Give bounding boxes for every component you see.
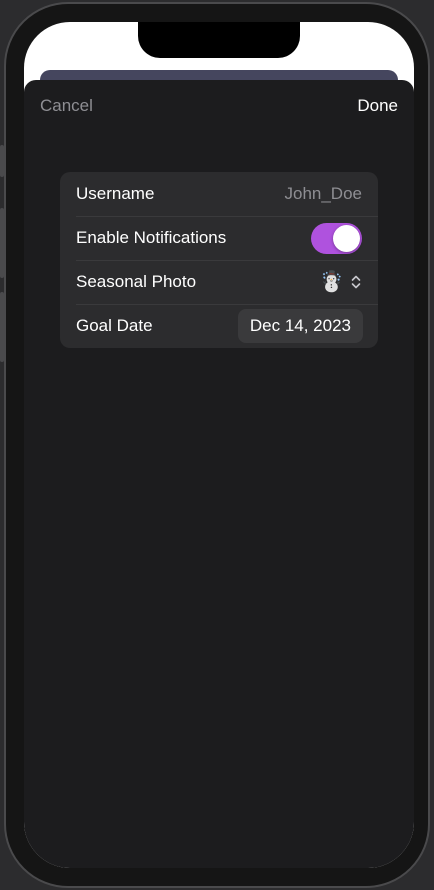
username-row[interactable]: Username John_Doe [60, 172, 378, 216]
settings-form: Username John_Doe Enable Notifications S… [60, 172, 378, 348]
seasonal-photo-row: Seasonal Photo ☃️ [60, 260, 378, 304]
notifications-toggle[interactable] [311, 222, 362, 254]
goal-date-row: Goal Date Dec 14, 2023 [60, 304, 378, 348]
goal-date-picker[interactable]: Dec 14, 2023 [237, 309, 363, 343]
notifications-row: Enable Notifications [60, 216, 378, 260]
seasonal-photo-picker[interactable]: ☃️ [319, 272, 362, 292]
done-button[interactable]: Done [357, 96, 398, 116]
notifications-label: Enable Notifications [76, 228, 227, 247]
toggle-knob [333, 224, 360, 252]
nav-bar: Cancel Done [24, 80, 414, 136]
cancel-button[interactable]: Cancel [40, 96, 93, 116]
username-label: Username [76, 184, 155, 203]
modal-sheet: Cancel Done Username John_Doe Enable Not… [24, 80, 414, 868]
goal-date-label: Goal Date [76, 316, 153, 335]
seasonal-photo-label: Seasonal Photo [76, 272, 197, 291]
device-frame: Cancel Done Username John_Doe Enable Not… [0, 0, 434, 890]
snowman-icon: ☃️ [319, 271, 344, 293]
chevron-up-down-icon [351, 275, 361, 289]
notch [138, 22, 300, 58]
screen: Cancel Done Username John_Doe Enable Not… [24, 22, 414, 868]
username-field[interactable]: John_Doe [284, 184, 362, 204]
